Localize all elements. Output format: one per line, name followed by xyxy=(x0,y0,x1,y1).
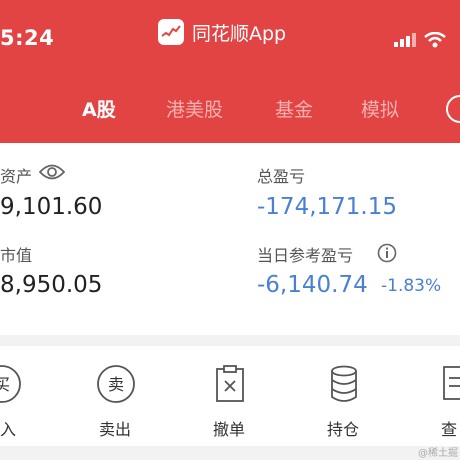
signal-icon xyxy=(394,33,416,47)
daily-pl-label: 当日参考盈亏 xyxy=(257,246,354,265)
market-value-label: 市值 xyxy=(0,246,33,265)
query-button-label[interactable]: 查 xyxy=(441,416,457,440)
watermark: @稀土掘 xyxy=(418,448,458,459)
cancel-order-button-label[interactable]: 撤单 xyxy=(213,416,245,440)
cancel-order-icon[interactable] xyxy=(214,364,246,408)
tab-funds[interactable]: 基金 xyxy=(275,95,313,122)
buy-icon[interactable]: 买 xyxy=(0,364,22,408)
total-pl-value: -174,171.15 xyxy=(257,194,397,220)
status-time: 5:24 xyxy=(0,26,55,50)
info-icon[interactable] xyxy=(377,243,397,267)
wifi-icon xyxy=(424,32,446,48)
sell-icon-text: 卖 xyxy=(108,375,124,394)
tab-hk-us-stocks[interactable]: 港美股 xyxy=(166,95,223,122)
query-icon[interactable] xyxy=(441,364,460,408)
status-icons xyxy=(394,32,446,48)
daily-pl-percent: -1.83% xyxy=(381,276,442,296)
header-bar: 5:24 同花顺App A股 港美股 基金 模拟 xyxy=(0,0,460,143)
tab-simulation[interactable]: 模拟 xyxy=(361,95,399,122)
account-summary xyxy=(0,143,460,335)
assets-value: 9,101.60 xyxy=(0,194,103,220)
daily-pl-value: -6,140.74 xyxy=(257,272,368,298)
sell-button-label[interactable]: 卖出 xyxy=(99,416,131,440)
total-pl-label: 总盈亏 xyxy=(257,167,306,186)
buy-icon-text: 买 xyxy=(0,375,10,394)
app-name: 同花顺App xyxy=(192,22,287,45)
market-tabs: A股 港美股 基金 模拟 xyxy=(0,95,460,125)
app-title: 同花顺App xyxy=(158,18,286,46)
holdings-icon[interactable] xyxy=(329,364,359,408)
sell-icon[interactable]: 卖 xyxy=(96,364,136,408)
buy-button-label[interactable]: 入 xyxy=(0,416,16,440)
tab-a-shares[interactable]: A股 xyxy=(82,95,116,122)
assets-label: 资产 xyxy=(0,167,33,186)
app-logo-icon xyxy=(158,19,184,45)
market-value: 8,950.05 xyxy=(0,272,103,298)
holdings-button-label[interactable]: 持仓 xyxy=(327,416,359,440)
eye-icon[interactable] xyxy=(38,163,66,185)
